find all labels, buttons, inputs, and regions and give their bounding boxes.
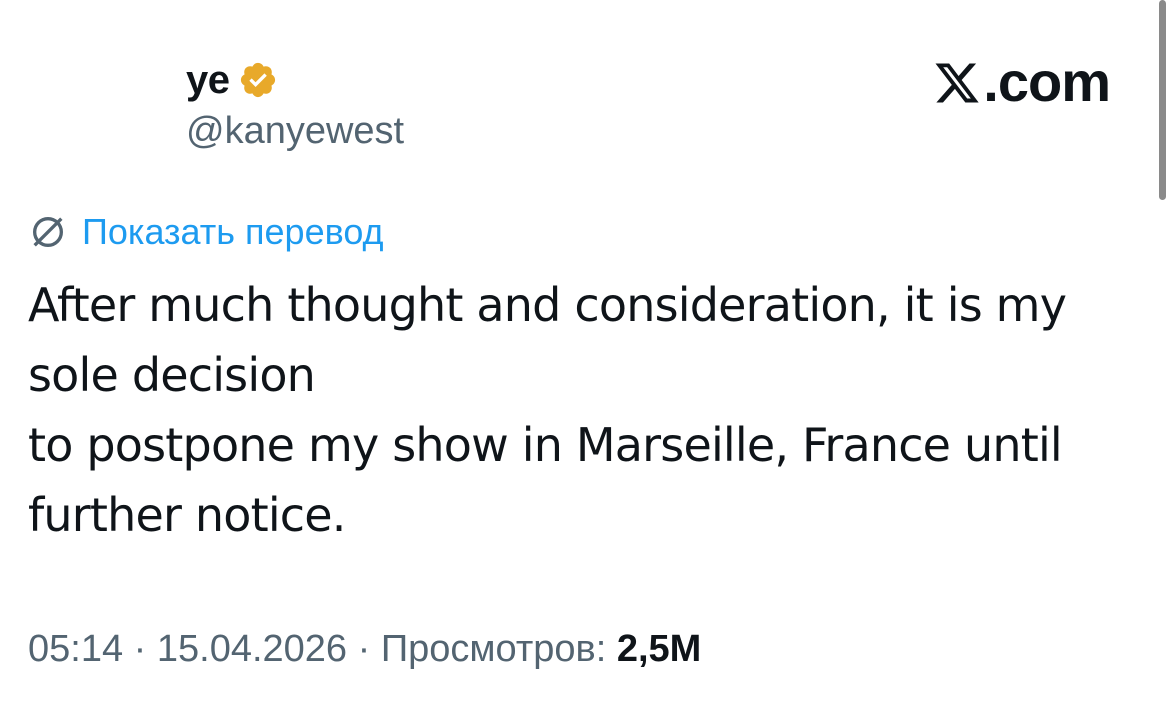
author-handle[interactable]: @kanyewest <box>186 108 404 154</box>
brand-suffix: .com <box>983 50 1111 113</box>
meta-separator: · <box>347 628 381 670</box>
tweet-text-line: further notice. <box>28 488 346 542</box>
views-label: Просмотров: <box>380 628 617 670</box>
verified-badge-icon <box>240 62 275 98</box>
tweet-header: ye @kanyewest <box>186 58 404 154</box>
author-name-row[interactable]: ye <box>186 58 404 102</box>
tweet-time[interactable]: 05:14 <box>28 628 123 670</box>
show-translation-link[interactable]: Показать перевод <box>28 210 384 254</box>
tweet-text-line: to postpone my show in Marseille, France… <box>28 418 1063 472</box>
globe-icon <box>33 217 63 247</box>
author-display-name[interactable]: ye <box>186 58 230 102</box>
views-count[interactable]: 2,5M <box>617 628 701 670</box>
show-translation-label[interactable]: Показать перевод <box>82 210 384 254</box>
tweet-text-line: After much thought and consideration, it… <box>28 278 1067 332</box>
tweet-text-line: sole decision <box>28 348 316 402</box>
tweet-date[interactable]: 15.04.2026 <box>157 628 347 670</box>
tweet-meta: 05:14 · 15.04.2026 · Просмотров: 2,5M <box>28 624 701 674</box>
x-logo-icon <box>935 63 979 103</box>
meta-separator: · <box>123 628 157 670</box>
tweet-text: After much thought and consideration, it… <box>28 270 1118 550</box>
x-com-watermark: .com <box>933 50 1111 113</box>
scrollbar[interactable] <box>1159 0 1166 200</box>
